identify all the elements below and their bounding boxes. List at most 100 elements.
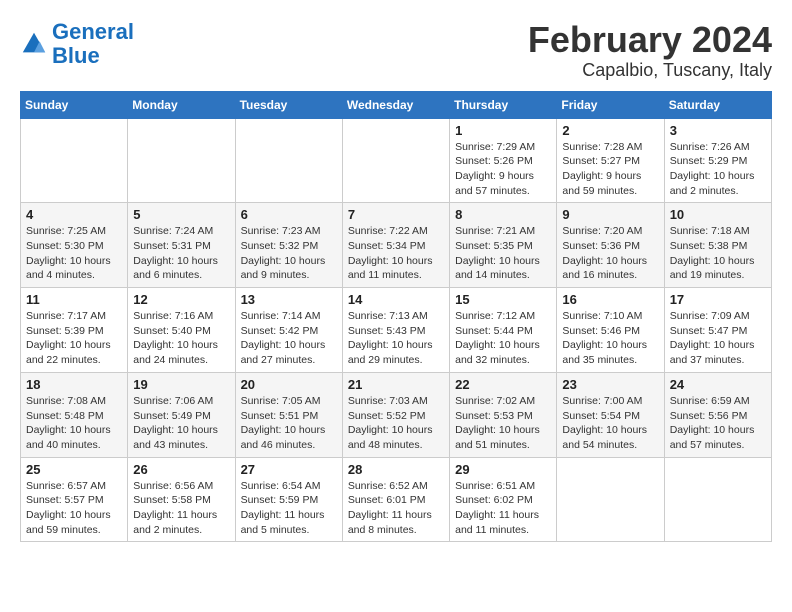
day-number: 13 [241, 292, 337, 307]
calendar-cell: 13 Sunrise: 7:14 AMSunset: 5:42 PMDayligh… [235, 288, 342, 373]
header-saturday: Saturday [664, 91, 771, 118]
day-info: Sunrise: 6:56 AMSunset: 5:58 PMDaylight:… [133, 479, 229, 538]
day-number: 20 [241, 377, 337, 392]
day-number: 15 [455, 292, 551, 307]
calendar-cell: 4 Sunrise: 7:25 AMSunset: 5:30 PMDaylight… [21, 203, 128, 288]
calendar-cell: 23Sunrise: 7:00 AMSunset: 5:54 PMDayligh… [557, 372, 664, 457]
logo-line1: General [52, 19, 134, 44]
day-number: 21 [348, 377, 444, 392]
day-number: 22 [455, 377, 551, 392]
calendar-cell: 27Sunrise: 6:54 AMSunset: 5:59 PMDayligh… [235, 457, 342, 542]
day-info: Sunrise: 7:17 AMSunset: 5:39 PMDaylight:… [26, 309, 122, 368]
day-number: 7 [348, 207, 444, 222]
calendar-cell: 11 Sunrise: 7:17 AMSunset: 5:39 PMDayligh… [21, 288, 128, 373]
day-info: Sunrise: 7:16 AMSunset: 5:40 PMDaylight:… [133, 309, 229, 368]
calendar-cell: 10 Sunrise: 7:18 AMSunset: 5:38 PMDayligh… [664, 203, 771, 288]
day-info: Sunrise: 7:21 AMSunset: 5:35 PMDaylight:… [455, 224, 551, 283]
day-info: Sunrise: 7:06 AMSunset: 5:49 PMDaylight:… [133, 394, 229, 453]
calendar-cell: 12Sunrise: 7:16 AMSunset: 5:40 PMDayligh… [128, 288, 235, 373]
day-info: Sunrise: 7:29 AMSunset: 5:26 PMDaylight:… [455, 140, 551, 199]
calendar-week-4: 18 Sunrise: 7:08 AMSunset: 5:48 PMDayligh… [21, 372, 772, 457]
calendar-cell [342, 118, 449, 203]
header-tuesday: Tuesday [235, 91, 342, 118]
calendar-cell: 19 Sunrise: 7:06 AMSunset: 5:49 PMDayligh… [128, 372, 235, 457]
calendar-cell: 16 Sunrise: 7:10 AMSunset: 5:46 PMDayligh… [557, 288, 664, 373]
day-info: Sunrise: 6:57 AMSunset: 5:57 PMDaylight:… [26, 479, 122, 538]
day-number: 4 [26, 207, 122, 222]
page-subtitle: Capalbio, Tuscany, Italy [528, 60, 772, 81]
day-number: 2 [562, 123, 658, 138]
day-info: Sunrise: 7:24 AMSunset: 5:31 PMDaylight:… [133, 224, 229, 283]
day-info: Sunrise: 6:54 AMSunset: 5:59 PMDaylight:… [241, 479, 337, 538]
calendar-cell: 3Sunrise: 7:26 AMSunset: 5:29 PMDaylight… [664, 118, 771, 203]
day-number: 8 [455, 207, 551, 222]
calendar-cell: 2 Sunrise: 7:28 AMSunset: 5:27 PMDaylight… [557, 118, 664, 203]
logo: General Blue [20, 20, 134, 68]
day-number: 17 [670, 292, 766, 307]
logo-line2: Blue [52, 43, 100, 68]
calendar-cell: 15 Sunrise: 7:12 AMSunset: 5:44 PMDayligh… [450, 288, 557, 373]
day-number: 9 [562, 207, 658, 222]
day-number: 26 [133, 462, 229, 477]
calendar-week-1: 1Sunrise: 7:29 AMSunset: 5:26 PMDaylight… [21, 118, 772, 203]
day-info: Sunrise: 7:14 AMSunset: 5:42 PMDaylight:… [241, 309, 337, 368]
calendar-cell [235, 118, 342, 203]
calendar-cell: 18 Sunrise: 7:08 AMSunset: 5:48 PMDayligh… [21, 372, 128, 457]
day-number: 6 [241, 207, 337, 222]
header-sunday: Sunday [21, 91, 128, 118]
day-info: Sunrise: 7:18 AMSunset: 5:38 PMDaylight:… [670, 224, 766, 283]
calendar-cell: 28Sunrise: 6:52 AMSunset: 6:01 PMDayligh… [342, 457, 449, 542]
calendar-body: 1Sunrise: 7:29 AMSunset: 5:26 PMDaylight… [21, 118, 772, 542]
day-info: Sunrise: 7:23 AMSunset: 5:32 PMDaylight:… [241, 224, 337, 283]
day-info: Sunrise: 7:12 AMSunset: 5:44 PMDaylight:… [455, 309, 551, 368]
calendar-cell: 8 Sunrise: 7:21 AMSunset: 5:35 PMDaylight… [450, 203, 557, 288]
calendar-cell: 21 Sunrise: 7:03 AMSunset: 5:52 PMDayligh… [342, 372, 449, 457]
calendar-cell: 29 Sunrise: 6:51 AMSunset: 6:02 PMDayligh… [450, 457, 557, 542]
day-number: 16 [562, 292, 658, 307]
calendar-cell: 5 Sunrise: 7:24 AMSunset: 5:31 PMDaylight… [128, 203, 235, 288]
calendar-cell: 25Sunrise: 6:57 AMSunset: 5:57 PMDayligh… [21, 457, 128, 542]
day-number: 18 [26, 377, 122, 392]
calendar-cell: 9 Sunrise: 7:20 AMSunset: 5:36 PMDaylight… [557, 203, 664, 288]
calendar-cell: 14Sunrise: 7:13 AMSunset: 5:43 PMDayligh… [342, 288, 449, 373]
day-info: Sunrise: 6:59 AMSunset: 5:56 PMDaylight:… [670, 394, 766, 453]
day-number: 29 [455, 462, 551, 477]
calendar-cell: 7 Sunrise: 7:22 AMSunset: 5:34 PMDaylight… [342, 203, 449, 288]
day-info: Sunrise: 6:51 AMSunset: 6:02 PMDaylight:… [455, 479, 551, 538]
day-info: Sunrise: 7:28 AMSunset: 5:27 PMDaylight:… [562, 140, 658, 199]
calendar-week-3: 11 Sunrise: 7:17 AMSunset: 5:39 PMDayligh… [21, 288, 772, 373]
calendar-cell: 1Sunrise: 7:29 AMSunset: 5:26 PMDaylight… [450, 118, 557, 203]
day-info: Sunrise: 7:02 AMSunset: 5:53 PMDaylight:… [455, 394, 551, 453]
calendar-week-2: 4 Sunrise: 7:25 AMSunset: 5:30 PMDaylight… [21, 203, 772, 288]
day-info: Sunrise: 7:03 AMSunset: 5:52 PMDaylight:… [348, 394, 444, 453]
calendar-cell: 24Sunrise: 6:59 AMSunset: 5:56 PMDayligh… [664, 372, 771, 457]
day-info: Sunrise: 7:26 AMSunset: 5:29 PMDaylight:… [670, 140, 766, 199]
day-info: Sunrise: 7:05 AMSunset: 5:51 PMDaylight:… [241, 394, 337, 453]
calendar-cell [128, 118, 235, 203]
day-info: Sunrise: 7:25 AMSunset: 5:30 PMDaylight:… [26, 224, 122, 283]
day-info: Sunrise: 6:52 AMSunset: 6:01 PMDaylight:… [348, 479, 444, 538]
header-thursday: Thursday [450, 91, 557, 118]
day-info: Sunrise: 7:22 AMSunset: 5:34 PMDaylight:… [348, 224, 444, 283]
calendar-cell [21, 118, 128, 203]
day-info: Sunrise: 7:09 AMSunset: 5:47 PMDaylight:… [670, 309, 766, 368]
calendar-cell: 26 Sunrise: 6:56 AMSunset: 5:58 PMDayligh… [128, 457, 235, 542]
day-info: Sunrise: 7:08 AMSunset: 5:48 PMDaylight:… [26, 394, 122, 453]
day-number: 11 [26, 292, 122, 307]
day-number: 5 [133, 207, 229, 222]
calendar-cell: 20 Sunrise: 7:05 AMSunset: 5:51 PMDayligh… [235, 372, 342, 457]
calendar-cell: 6 Sunrise: 7:23 AMSunset: 5:32 PMDaylight… [235, 203, 342, 288]
day-number: 14 [348, 292, 444, 307]
calendar-header: Sunday Monday Tuesday Wednesday Thursday… [21, 91, 772, 118]
day-number: 10 [670, 207, 766, 222]
header-monday: Monday [128, 91, 235, 118]
calendar-cell: 22 Sunrise: 7:02 AMSunset: 5:53 PMDayligh… [450, 372, 557, 457]
page-title: February 2024 [528, 20, 772, 60]
calendar-cell [557, 457, 664, 542]
day-info: Sunrise: 7:10 AMSunset: 5:46 PMDaylight:… [562, 309, 658, 368]
day-info: Sunrise: 7:00 AMSunset: 5:54 PMDaylight:… [562, 394, 658, 453]
logo-icon [20, 30, 48, 58]
day-info: Sunrise: 7:20 AMSunset: 5:36 PMDaylight:… [562, 224, 658, 283]
day-number: 19 [133, 377, 229, 392]
calendar-cell: 17 Sunrise: 7:09 AMSunset: 5:47 PMDayligh… [664, 288, 771, 373]
